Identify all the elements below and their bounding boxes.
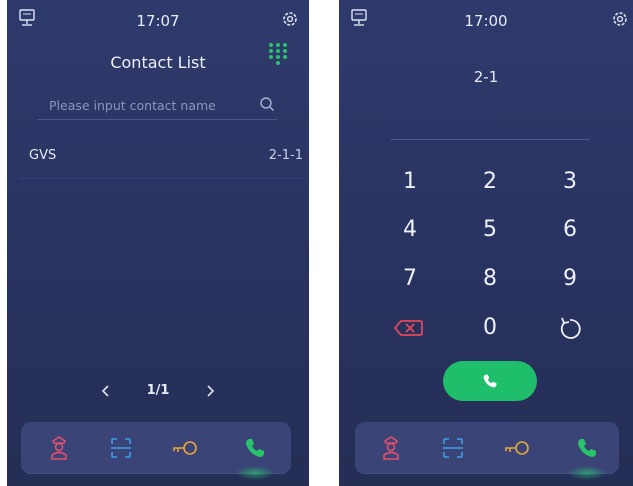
key-9[interactable]: 9 [540, 261, 600, 297]
phone-icon [483, 374, 497, 388]
phone-icon[interactable] [573, 434, 601, 462]
guard-icon[interactable] [45, 434, 73, 462]
pagination: 1/1 [7, 380, 309, 402]
key-0[interactable]: 0 [460, 310, 520, 346]
key-icon[interactable] [171, 434, 199, 462]
guard-icon[interactable] [377, 434, 405, 462]
key-3[interactable]: 3 [540, 164, 600, 200]
phone-icon[interactable] [241, 434, 269, 462]
call-button[interactable] [443, 361, 537, 401]
dial-input-underline [391, 139, 589, 140]
bottom-dock [355, 422, 619, 480]
scan-icon[interactable] [107, 434, 135, 462]
key-5[interactable]: 5 [460, 212, 520, 248]
key-2[interactable]: 2 [460, 164, 520, 200]
key-4[interactable]: 4 [380, 212, 440, 248]
status-time: 17:00 [464, 12, 508, 30]
page-indicator: 1/1 [146, 383, 170, 398]
page-title: Contact List [110, 53, 206, 72]
redial-icon[interactable] [540, 310, 600, 346]
dialpad-icon[interactable] [267, 42, 289, 68]
settings-icon[interactable] [611, 10, 629, 28]
key-7[interactable]: 7 [380, 261, 440, 297]
key-1[interactable]: 1 [380, 164, 440, 200]
contact-row[interactable]: GVS 2-1-1 [19, 140, 307, 179]
search-placeholder: Please input contact name [49, 98, 216, 113]
key-6[interactable]: 6 [540, 212, 600, 248]
key-icon[interactable] [503, 434, 531, 462]
search-icon[interactable] [259, 96, 275, 112]
status-time: 17:07 [136, 12, 180, 30]
settings-icon[interactable] [281, 10, 299, 28]
key-8[interactable]: 8 [460, 261, 520, 297]
contact-list-screen: 17:07 Contact List Please input contact … [7, 0, 309, 486]
chevron-right-icon[interactable] [203, 380, 217, 402]
active-indicator [567, 466, 607, 480]
dial-input: 2-1 [473, 68, 499, 86]
backspace-icon[interactable] [380, 310, 440, 346]
dialer-screen: 17:00 2-1 1 2 3 4 5 6 7 8 9 0 [339, 0, 633, 486]
active-indicator [235, 466, 275, 480]
contact-number: 2-1-1 [268, 148, 303, 163]
contact-name: GVS [29, 148, 57, 163]
search-input[interactable]: Please input contact name [37, 94, 277, 120]
scan-icon[interactable] [439, 434, 467, 462]
bottom-dock [21, 422, 291, 480]
